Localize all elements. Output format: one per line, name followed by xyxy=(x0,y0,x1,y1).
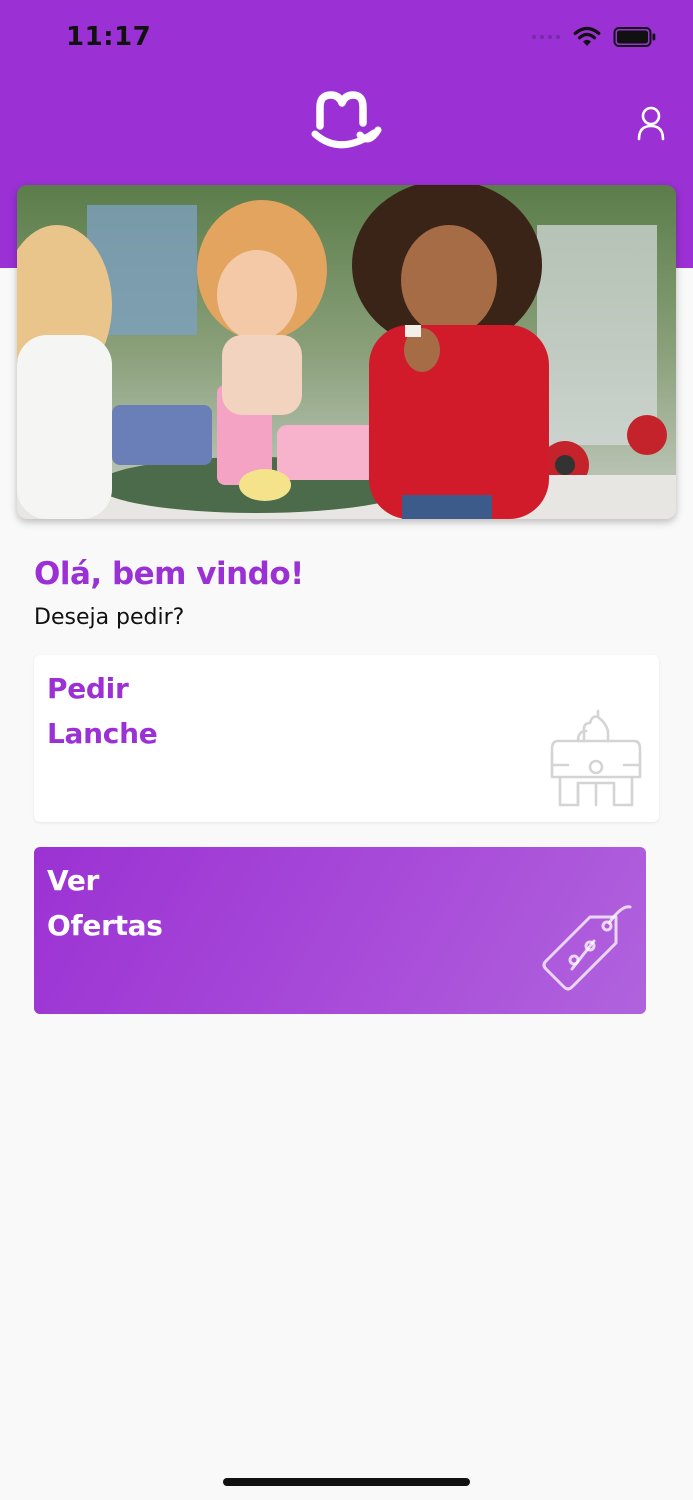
discount-tag-icon xyxy=(542,905,632,991)
ver-ofertas-card[interactable]: Ver Ofertas xyxy=(34,847,646,1014)
pedir-lanche-card[interactable]: Pedir Lanche xyxy=(34,655,659,822)
home-indicator[interactable] xyxy=(223,1478,470,1486)
wifi-icon xyxy=(573,26,601,46)
user-icon[interactable] xyxy=(632,104,670,144)
cellular-signal-icon xyxy=(531,34,561,40)
status-icons xyxy=(531,26,657,48)
status-bar: 11:17 xyxy=(0,0,693,76)
m-smile-logo xyxy=(311,91,382,149)
app-header xyxy=(0,76,693,176)
card-line-2: Lanche xyxy=(47,717,158,750)
hero-image xyxy=(17,185,676,519)
card-line-2: Ofertas xyxy=(47,909,163,942)
status-time: 11:17 xyxy=(66,22,152,52)
greeting-subtitle: Deseja pedir? xyxy=(34,605,185,630)
card-line-1: Pedir xyxy=(47,672,129,705)
battery-icon xyxy=(613,27,656,47)
greeting-title: Olá, bem vindo! xyxy=(34,556,304,592)
lunchbox-icon xyxy=(550,709,642,807)
card-line-1: Ver xyxy=(47,864,100,897)
